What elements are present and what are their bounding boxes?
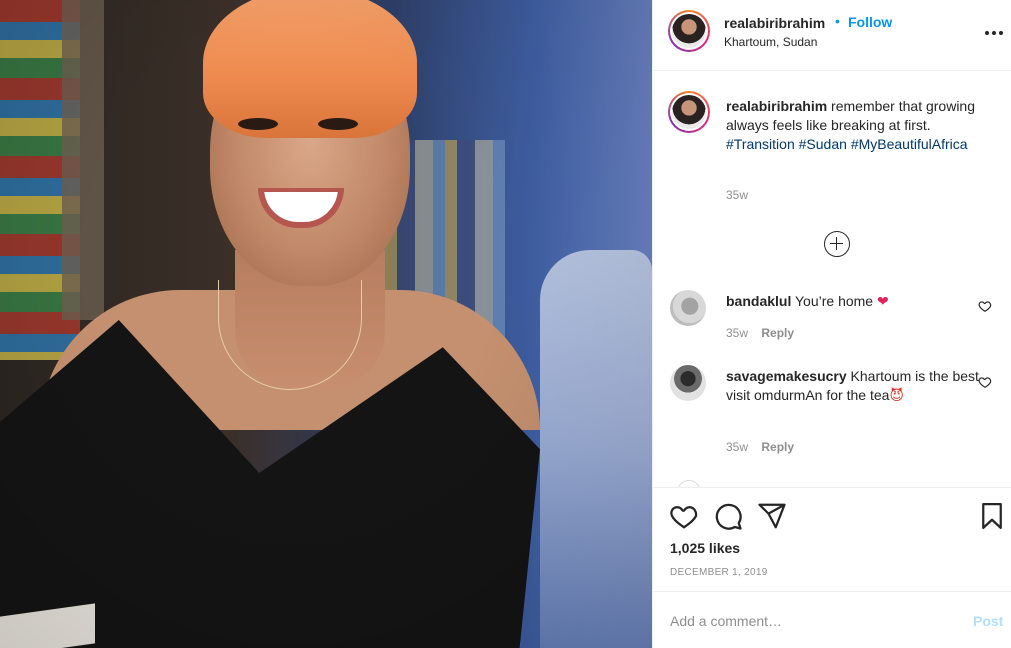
- devil-emoji: 😈: [889, 388, 905, 404]
- avatar[interactable]: [668, 10, 710, 52]
- comment-text: bandaklul You’re home ❤: [726, 292, 991, 312]
- avatar[interactable]: [668, 91, 710, 133]
- more-options-icon[interactable]: [983, 22, 1005, 44]
- reply-button[interactable]: Reply: [761, 440, 794, 454]
- bookmark-icon[interactable]: [977, 501, 1007, 531]
- post-date[interactable]: DECEMBER 1, 2019: [670, 567, 768, 578]
- likes-count[interactable]: 1,025 likes: [670, 540, 740, 556]
- comment-age[interactable]: 35w: [726, 440, 748, 454]
- instagram-post: realabiribrahim • Follow Khartoum, Sudan…: [0, 0, 1011, 648]
- caption-meta: 35w: [726, 188, 748, 202]
- comment-body: You’re home: [795, 293, 874, 309]
- reply-button[interactable]: Reply: [761, 326, 794, 340]
- commenter-avatar[interactable]: [670, 365, 706, 401]
- commenter-avatar[interactable]: [670, 290, 706, 326]
- commenter-avatar[interactable]: [677, 480, 701, 487]
- like-comment-heart-icon[interactable]: [978, 375, 992, 389]
- comment-age[interactable]: 35w: [726, 326, 748, 340]
- hashtag-link[interactable]: #Transition: [726, 136, 795, 152]
- post-side-panel: realabiribrahim • Follow Khartoum, Sudan…: [652, 0, 1011, 648]
- post-comment-button[interactable]: Post: [973, 613, 1003, 629]
- post-actions: 1,025 likes DECEMBER 1, 2019: [653, 487, 1011, 591]
- add-comment-bar: Post: [653, 591, 1011, 648]
- comment-username[interactable]: bandaklul: [726, 293, 791, 309]
- separator-dot: •: [835, 13, 840, 29]
- comment-meta: 35w Reply: [726, 326, 794, 340]
- comment-meta: 35w Reply: [726, 440, 794, 454]
- location-link[interactable]: Khartoum, Sudan: [724, 35, 817, 49]
- hashtag-link[interactable]: #Sudan: [799, 136, 847, 152]
- paper-plane-icon[interactable]: [757, 501, 787, 531]
- follow-button[interactable]: Follow: [848, 14, 892, 30]
- comment-username[interactable]: savagemakesucry: [726, 368, 847, 384]
- heart-icon[interactable]: [669, 501, 699, 531]
- red-heart-emoji: ❤: [876, 294, 889, 310]
- hashtag-link[interactable]: #MyBeautifulAfrica: [851, 136, 968, 152]
- post-header: realabiribrahim • Follow Khartoum, Sudan: [653, 0, 1011, 71]
- profile-photo: [672, 14, 706, 48]
- caption-age[interactable]: 35w: [726, 188, 748, 202]
- profile-photo: [672, 95, 706, 129]
- header-username[interactable]: realabiribrahim: [724, 15, 825, 31]
- photo-vignette: [0, 0, 652, 648]
- caption-username[interactable]: realabiribrahim: [726, 98, 827, 114]
- post-photo[interactable]: [0, 0, 652, 648]
- caption-text: realabiribrahim remember that growing al…: [726, 97, 991, 154]
- comment-bubble-icon[interactable]: [713, 501, 743, 531]
- plus-circle-icon[interactable]: [824, 231, 850, 257]
- comments-section[interactable]: realabiribrahim remember that growing al…: [653, 71, 1011, 487]
- comment-input[interactable]: [670, 610, 960, 632]
- like-comment-heart-icon[interactable]: [978, 299, 992, 313]
- comment-text: savagemakesucry Khartoum is the best vis…: [726, 367, 991, 406]
